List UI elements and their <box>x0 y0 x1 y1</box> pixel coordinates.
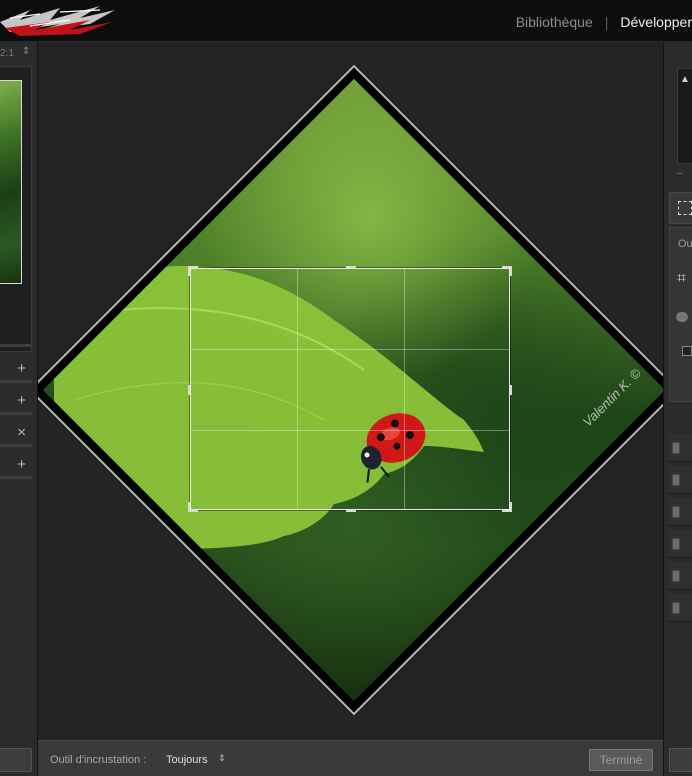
histogram-minus-label: – <box>677 168 683 179</box>
panel-divider <box>0 380 32 383</box>
navigator-thumbnail[interactable] <box>0 80 22 284</box>
top-bar: Bibliothèque | Développer <box>0 0 692 42</box>
history-row[interactable]: × <box>0 420 32 446</box>
navigator-zoom-label[interactable]: 2:1 <box>0 48 14 59</box>
crop-grid-line <box>404 269 405 509</box>
crop-tool-button[interactable] <box>669 192 692 224</box>
crop-handle-left[interactable] <box>188 385 190 395</box>
panel-switch-icon[interactable] <box>672 442 680 454</box>
snapshots-row[interactable]: + <box>0 388 32 414</box>
panel-section-row[interactable] <box>669 434 692 462</box>
close-icon[interactable]: × <box>17 424 26 441</box>
collections-row[interactable]: + <box>0 452 32 478</box>
crop-grid-line <box>191 430 509 431</box>
crop-handle-bottom[interactable] <box>346 510 356 512</box>
panel-divider <box>0 344 32 347</box>
crop-handle-top-left[interactable] <box>188 266 190 276</box>
zoom-dropdown-icon[interactable]: ⇕ <box>22 46 30 57</box>
presets-row[interactable]: + <box>0 356 32 382</box>
crop-handle-bottom-left[interactable] <box>188 502 190 512</box>
bottom-toolbar: Outil d'incrustation : Toujours ⇕ Termin… <box>38 740 663 776</box>
module-develop[interactable]: Développer <box>620 14 692 30</box>
panel-switch-icon[interactable] <box>672 474 680 486</box>
plus-icon[interactable]: + <box>17 360 26 377</box>
image-canvas[interactable]: Valentin K. © <box>38 42 663 740</box>
panel-section-row[interactable] <box>669 530 692 558</box>
crop-panel-label: Ou <box>678 238 692 250</box>
panel-section-row[interactable] <box>669 562 692 590</box>
panel-switch-icon[interactable] <box>672 602 680 614</box>
module-library[interactable]: Bibliothèque <box>516 14 593 30</box>
angle-slider-knob[interactable] <box>676 312 688 322</box>
crop-handle-right[interactable] <box>510 385 512 395</box>
panel-section-row[interactable] <box>669 498 692 526</box>
crop-handle-top[interactable] <box>346 266 356 268</box>
constrain-checkbox[interactable] <box>682 346 692 356</box>
crop-overlay-icon <box>678 201 692 215</box>
panel-section-row[interactable] <box>669 594 692 622</box>
crop-handle-top-right[interactable] <box>510 266 512 276</box>
panel-switch-icon[interactable] <box>672 538 680 550</box>
chevron-updown-icon[interactable]: ⇕ <box>218 753 226 764</box>
previous-button[interactable] <box>669 748 692 772</box>
module-separator: | <box>604 14 609 30</box>
panel-switch-icon[interactable] <box>672 506 680 518</box>
identity-plate-logo <box>0 6 115 36</box>
crop-handle-bottom-right[interactable] <box>510 502 512 512</box>
left-panel: 2:1 ⇕ + + × + <box>0 42 38 776</box>
angle-tool-icon[interactable]: ⌗ <box>677 270 686 288</box>
panel-divider <box>0 444 32 447</box>
crop-overlay[interactable] <box>188 266 512 512</box>
plus-icon[interactable]: + <box>17 392 26 409</box>
crop-grid-line <box>297 269 298 509</box>
panel-divider <box>0 476 32 479</box>
add-preset-icon[interactable]: + <box>17 456 26 473</box>
right-panel: ▲ – Ou ⌗ <box>663 42 692 776</box>
tool-overlay-select[interactable]: Toujours <box>166 754 208 766</box>
panel-switch-icon[interactable] <box>672 570 680 582</box>
panel-divider <box>0 412 32 415</box>
crop-grid-line <box>191 349 509 350</box>
done-button[interactable]: Terminé <box>589 749 653 771</box>
copy-button[interactable] <box>0 748 32 772</box>
module-picker: Bibliothèque | Développer <box>516 12 692 32</box>
tool-overlay-label: Outil d'incrustation : <box>50 754 147 766</box>
clipping-indicator-icon[interactable]: ▲ <box>680 74 690 85</box>
panel-section-row[interactable] <box>669 466 692 494</box>
